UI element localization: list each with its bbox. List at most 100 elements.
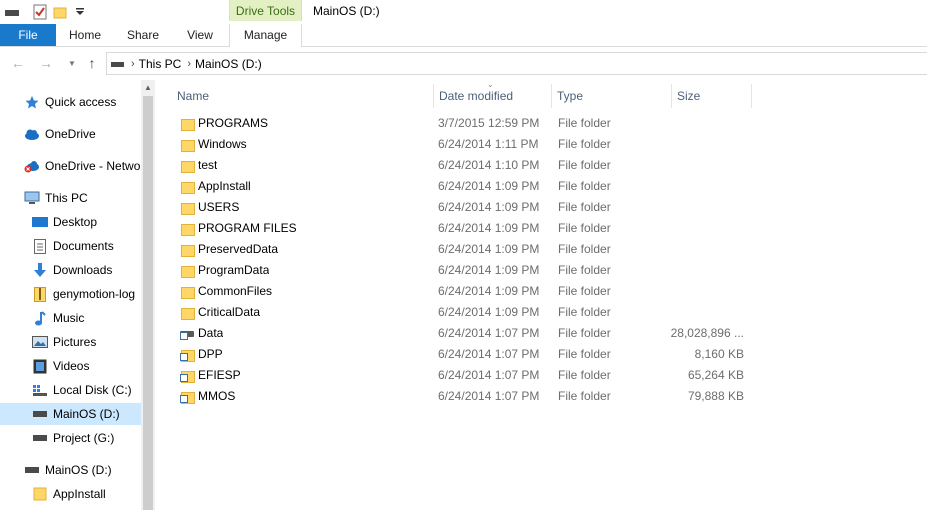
column-header-type[interactable]: Type xyxy=(552,84,672,108)
table-row[interactable]: EFIESP 6/24/2014 1:07 PM File folder 65,264… xyxy=(178,365,768,386)
folder-icon xyxy=(180,221,195,236)
tab-share[interactable]: Share xyxy=(120,24,166,46)
nav-documents[interactable]: Documents xyxy=(0,235,141,257)
nav-local-disk-c[interactable]: Local Disk (C:) xyxy=(0,379,141,401)
tab-view[interactable]: View xyxy=(178,24,222,46)
desktop-icon xyxy=(32,214,48,230)
tab-home[interactable]: Home xyxy=(62,24,108,46)
table-row[interactable]: test 6/24/2014 1:10 PM File folder xyxy=(178,155,768,176)
nav-onedrive[interactable]: OneDrive xyxy=(0,123,141,145)
folder-shortcut-icon xyxy=(180,347,195,362)
folder-icon xyxy=(180,305,195,320)
table-row[interactable]: AppInstall 6/24/2014 1:09 PM File folder xyxy=(178,176,768,197)
table-row[interactable]: CommonFiles 6/24/2014 1:09 PM File folder xyxy=(178,281,768,302)
tab-file[interactable]: File xyxy=(0,24,56,46)
file-date: 6/24/2014 1:07 PM xyxy=(438,389,540,403)
breadcrumb-mainos[interactable]: MainOS (D:) xyxy=(195,57,262,71)
file-date: 6/24/2014 1:10 PM xyxy=(438,158,540,172)
nav-label: Pictures xyxy=(53,335,97,349)
zip-icon xyxy=(32,286,48,302)
file-date: 3/7/2015 12:59 PM xyxy=(438,116,540,130)
folder-icon xyxy=(180,137,195,152)
nav-label: OneDrive xyxy=(45,127,96,141)
file-size xyxy=(654,113,744,134)
nav-mainos-d-root[interactable]: MainOS (D:) xyxy=(0,459,141,481)
file-type: File folder xyxy=(558,116,611,130)
file-name: CommonFiles xyxy=(198,284,273,298)
nav-label: Downloads xyxy=(53,263,113,277)
file-size xyxy=(654,197,744,218)
file-name: EFIESP xyxy=(198,368,241,382)
scroll-up-arrow-icon[interactable]: ▲ xyxy=(141,80,155,94)
file-type: File folder xyxy=(558,326,611,340)
nav-label: Project (G:) xyxy=(53,431,115,445)
file-date: 6/24/2014 1:09 PM xyxy=(438,200,540,214)
properties-icon[interactable] xyxy=(32,4,48,20)
nav-label: Videos xyxy=(53,359,90,373)
nav-pictures[interactable]: Pictures xyxy=(0,331,141,353)
nav-project-g[interactable]: Project (G:) xyxy=(0,427,141,449)
recent-locations-icon[interactable]: ▼ xyxy=(62,53,82,73)
table-row[interactable]: USERS 6/24/2014 1:09 PM File folder xyxy=(178,197,768,218)
table-row[interactable]: MMOS 6/24/2014 1:07 PM File folder 79,888 K… xyxy=(178,386,768,407)
breadcrumb-separator[interactable]: › xyxy=(131,58,135,70)
table-row[interactable]: PROGRAMS 3/7/2015 12:59 PM File folder xyxy=(178,113,768,134)
ribbon-tabs: File Home Share View Manage xyxy=(0,24,927,47)
nav-this-pc[interactable]: This PC xyxy=(0,187,141,209)
table-row[interactable]: PreservedData 6/24/2014 1:09 PM File folde… xyxy=(178,239,768,260)
table-row[interactable]: ProgramData 6/24/2014 1:09 PM File folder xyxy=(178,260,768,281)
table-row[interactable]: PROGRAM FILES 6/24/2014 1:09 PM File folde… xyxy=(178,218,768,239)
folder-icon xyxy=(180,179,195,194)
file-type: File folder xyxy=(558,368,611,382)
column-header-name[interactable]: Name xyxy=(172,84,434,108)
file-size: 79,888 KB xyxy=(687,389,744,403)
drive-icon xyxy=(111,59,125,69)
window-title: MainOS (D:) xyxy=(313,4,380,18)
table-row[interactable]: Windows 6/24/2014 1:11 PM File folder xyxy=(178,134,768,155)
nav-downloads[interactable]: Downloads xyxy=(0,259,141,281)
forward-arrow-icon[interactable]: → xyxy=(36,53,56,73)
nav-mainos-d[interactable]: MainOS (D:) xyxy=(0,403,141,425)
table-row[interactable]: Data 6/24/2014 1:07 PM File folder 28,028,8… xyxy=(178,323,768,344)
nav-music[interactable]: Music xyxy=(0,307,141,329)
table-row[interactable]: CriticalData 6/24/2014 1:09 PM File folder xyxy=(178,302,768,323)
nav-videos[interactable]: Videos xyxy=(0,355,141,377)
drive-icon xyxy=(32,406,48,422)
file-size xyxy=(654,134,744,155)
tab-manage[interactable]: Manage xyxy=(229,24,302,47)
back-arrow-icon[interactable]: ← xyxy=(8,53,28,73)
file-type: File folder xyxy=(558,263,611,277)
nav-label: Quick access xyxy=(45,95,117,109)
new-folder-icon[interactable] xyxy=(52,4,68,20)
file-name: PROGRAMS xyxy=(198,116,269,130)
sort-chevron-icon: ⌄ xyxy=(487,80,494,89)
breadcrumb-this-pc[interactable]: This PC xyxy=(139,57,182,71)
folder-shortcut-icon xyxy=(180,368,195,383)
breadcrumb-separator[interactable]: › xyxy=(187,58,191,70)
computer-icon xyxy=(24,190,40,206)
drive-icon[interactable] xyxy=(4,4,20,20)
download-icon xyxy=(32,262,48,278)
customize-toolbar-icon[interactable] xyxy=(72,4,88,20)
nav-desktop[interactable]: Desktop xyxy=(0,211,141,233)
address-bar[interactable]: › This PC › MainOS (D:) xyxy=(106,52,927,75)
nav-appinstall[interactable]: AppInstall xyxy=(0,483,141,505)
nav-onedrive-network[interactable]: OneDrive - Netwo xyxy=(0,155,141,177)
nav-label: Desktop xyxy=(53,215,98,229)
scroll-thumb[interactable] xyxy=(143,96,153,510)
nav-quick-access[interactable]: Quick access xyxy=(0,91,141,113)
folder-icon xyxy=(32,486,48,502)
file-date: 6/24/2014 1:09 PM xyxy=(438,284,540,298)
column-header-size[interactable]: Size xyxy=(672,84,752,108)
nav-genymotion-log[interactable]: genymotion-log xyxy=(0,283,141,305)
cloud-error-icon xyxy=(24,158,40,174)
folder-shortcut-icon xyxy=(180,389,195,404)
nav-label: genymotion-log xyxy=(53,287,136,301)
file-name: MMOS xyxy=(198,389,236,403)
up-arrow-icon[interactable]: ↑ xyxy=(82,53,102,73)
navigation-pane: Quick access OneDrive OneDrive - Netwo T… xyxy=(0,80,141,510)
nav-label: MainOS (D:) xyxy=(45,463,112,477)
file-size xyxy=(654,218,744,239)
file-name: Windows xyxy=(198,137,247,151)
table-row[interactable]: DPP 6/24/2014 1:07 PM File folder 8,160 KB xyxy=(178,344,768,365)
